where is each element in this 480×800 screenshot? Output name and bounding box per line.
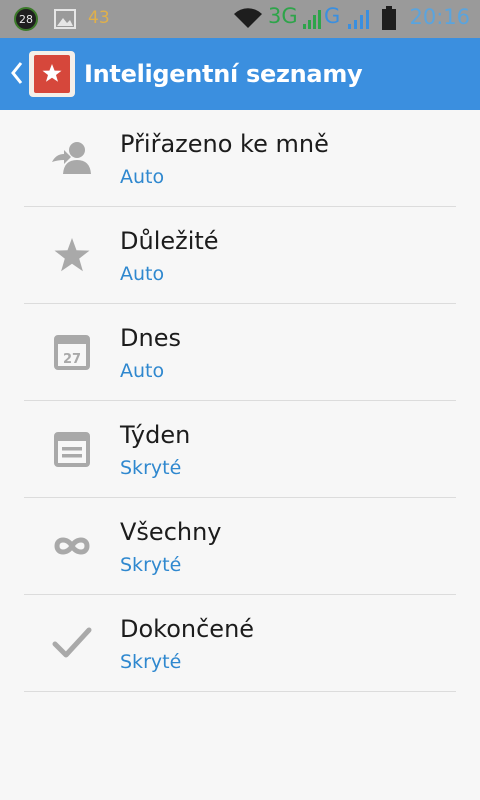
list-item-important[interactable]: Důležité Auto: [24, 207, 456, 304]
back-arrow-icon[interactable]: [8, 59, 26, 87]
calendar-week-icon: [48, 429, 96, 469]
list-item-subtitle: Skryté: [120, 457, 182, 479]
list-item-subtitle: Auto: [120, 166, 165, 188]
list-item-title: Týden: [120, 421, 191, 449]
infinity-icon: [48, 526, 96, 566]
app-bar: Inteligentní seznamy: [0, 38, 480, 110]
smart-lists: Přiřazeno ke mně Auto Důležité Auto 27 D…: [24, 110, 456, 692]
app-logo-icon[interactable]: [29, 51, 75, 97]
notification-badge-icon: 28: [14, 7, 38, 31]
star-icon: [48, 235, 96, 275]
calendar-today-icon: 27: [48, 332, 96, 372]
list-item-week[interactable]: Týden Skryté: [24, 401, 456, 498]
status-bar: 28 43 3G G 20:16: [0, 0, 480, 38]
battery-percent-text: 43: [88, 8, 110, 28]
list-item-title: Důležité: [120, 227, 219, 255]
list-item-today[interactable]: 27 Dnes Auto: [24, 304, 456, 401]
signal-bars-secondary-icon: [348, 10, 369, 29]
network-3g-label: 3G: [268, 4, 298, 28]
list-item-subtitle: Skryté: [120, 651, 182, 673]
notification-count: 28: [19, 12, 33, 26]
list-item-completed[interactable]: Dokončené Skryté: [24, 595, 456, 692]
calendar-day-number: 27: [63, 352, 81, 367]
wifi-icon: [234, 8, 262, 28]
list-item-title: Dnes: [120, 324, 181, 352]
list-item-subtitle: Skryté: [120, 554, 182, 576]
list-item-title: Všechny: [120, 518, 222, 546]
list-item-subtitle: Auto: [120, 263, 165, 285]
list-item-all[interactable]: Všechny Skryté: [24, 498, 456, 595]
list-item-assigned-to-me[interactable]: Přiřazeno ke mně Auto: [24, 110, 456, 207]
page-title: Inteligentní seznamy: [84, 60, 363, 88]
checkmark-icon: [48, 623, 96, 663]
list-item-title: Přiřazeno ke mně: [120, 130, 329, 158]
image-notification-icon: [54, 9, 76, 29]
assigned-to-me-icon: [48, 138, 96, 178]
battery-icon: [382, 6, 396, 30]
network-g-label: G: [324, 4, 341, 28]
clock-time: 20:16: [409, 5, 470, 29]
list-item-subtitle: Auto: [120, 360, 165, 382]
list-item-title: Dokončené: [120, 615, 255, 643]
signal-bars-icon: [303, 10, 321, 29]
